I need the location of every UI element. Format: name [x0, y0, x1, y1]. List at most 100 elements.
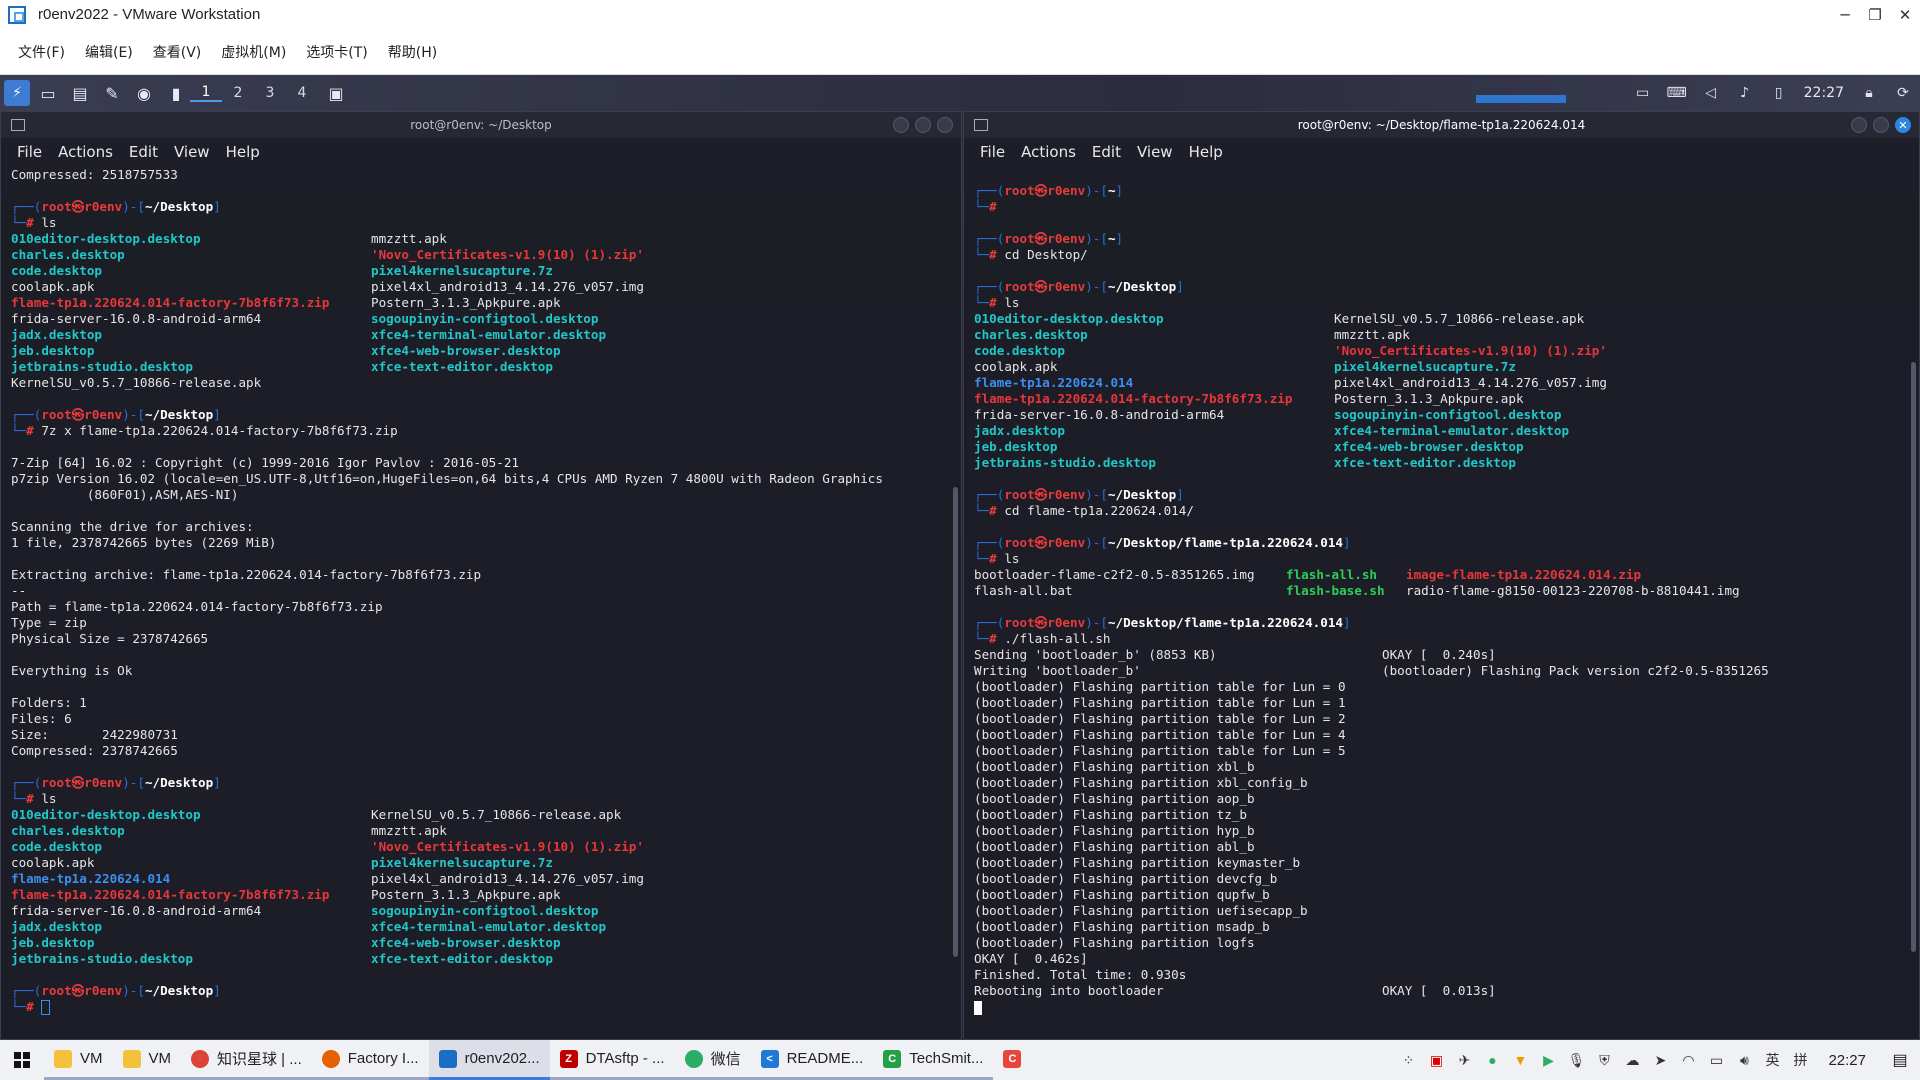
terminal-line: Files: 6 — [11, 711, 72, 726]
notification-bell-icon[interactable]: ♪ — [1728, 85, 1762, 101]
menu-file[interactable]: 文件(F) — [8, 42, 75, 62]
menu-file[interactable]: File — [972, 143, 1013, 161]
close-icon[interactable]: ✕ — [1895, 117, 1911, 133]
prompt-line: ┌──(root㉿r0env)-[~/Desktop] — [974, 279, 1184, 294]
flash-output-line: (bootloader) Flashing partition table fo… — [974, 743, 1346, 758]
menu-view[interactable]: 查看(V) — [143, 42, 212, 62]
taskbar-item-vmware[interactable]: r0env202... — [428, 1040, 550, 1080]
close-button[interactable]: ✕ — [1890, 0, 1920, 29]
play-icon[interactable]: ▶ — [1534, 1052, 1562, 1069]
taskbar-item-filezilla[interactable]: Z DTAsftp - ... — [549, 1040, 675, 1080]
maximize-icon[interactable] — [1873, 117, 1889, 133]
menu-vm[interactable]: 虚拟机(M) — [211, 42, 296, 62]
menu-edit[interactable]: Edit — [1084, 143, 1129, 161]
command-line: └─# ls — [974, 551, 1020, 566]
taskbar-item-firefox[interactable]: Factory I... — [311, 1040, 429, 1080]
terminal-line: Type = zip — [11, 615, 87, 630]
terminal-left[interactable]: root@r0env: ~/Desktop File Actions Edit … — [0, 111, 962, 1040]
display-icon[interactable]: ▭ — [1626, 85, 1660, 101]
menu-view[interactable]: View — [1129, 143, 1181, 161]
terminal-right-output[interactable]: ┌──(root㉿r0env)-[~] └─# ┌──(root㉿r0env)-[… — [964, 165, 1919, 1017]
menu-help[interactable]: Help — [1181, 143, 1231, 161]
menu-help[interactable]: Help — [218, 143, 268, 161]
terminal-line: Scanning the drive for archives: — [11, 519, 254, 534]
terminal-icon[interactable]: ▮ — [162, 79, 190, 107]
menu-view[interactable]: View — [166, 143, 218, 161]
menu-help[interactable]: 帮助(H) — [378, 42, 447, 62]
terminal-right[interactable]: root@r0env: ~/Desktop/flame-tp1a.220624.… — [963, 111, 1920, 1040]
flash-output-line: (bootloader) Flashing partition logfs — [974, 935, 1255, 950]
menu-actions[interactable]: Actions — [50, 143, 121, 161]
lock-icon[interactable]: 🔒︎ — [1852, 85, 1886, 101]
file-listing-row: flame-tp1a.220624.014 pixel4xl_android13_… — [974, 375, 1607, 390]
workspace-2[interactable]: 2 — [222, 85, 254, 101]
taskbar-item-vscode[interactable]: < README... — [750, 1040, 874, 1080]
terminal-left-menubar: File Actions Edit View Help — [1, 138, 961, 165]
apps-grid-icon[interactable]: ⁘ — [1394, 1052, 1422, 1069]
text-editor-icon[interactable]: ✎ — [98, 79, 126, 107]
volume-icon[interactable]: 🔊︎ — [1730, 1052, 1758, 1069]
scrollbar[interactable] — [1911, 362, 1916, 952]
maximize-icon[interactable] — [915, 117, 931, 133]
menu-tabs[interactable]: 选项卡(T) — [296, 42, 377, 62]
xfce-panel: ⚡ ▭ ▤ ✎ ◉ ▮ 1 2 3 4 ▣ ▭ ⌨ ◁ ♪ ▯ 22:27 🔒︎… — [0, 75, 1920, 111]
ime-mode[interactable]: 拼 — [1786, 1050, 1814, 1070]
keyboard-icon[interactable]: ⌨ — [1660, 85, 1694, 101]
file-listing-row: jetbrains-studio.desktop xfce-text-editor… — [11, 951, 553, 966]
taskbar-item-techsmith[interactable]: C TechSmit... — [873, 1040, 994, 1080]
show-desktop-icon[interactable]: ▭ — [34, 79, 62, 107]
menu-edit[interactable]: Edit — [121, 143, 166, 161]
minimize-button[interactable]: ─ — [1830, 0, 1860, 29]
prompt-line: ┌──(root㉿r0env)-[~] — [974, 231, 1124, 246]
terminal-left-output[interactable]: Compressed: 2518757533 ┌──(root㉿r0env)-[… — [1, 165, 961, 1017]
menu-actions[interactable]: Actions — [1013, 143, 1084, 161]
send-icon[interactable]: ➤ — [1646, 1052, 1674, 1069]
youdao-icon[interactable]: ▣ — [1422, 1052, 1450, 1069]
network-tool-icon[interactable]: ✈ — [1450, 1052, 1478, 1069]
workspace-1[interactable]: 1 — [190, 84, 222, 102]
terminal-line: Compressed: 2378742665 — [11, 743, 178, 758]
wifi-icon[interactable]: ◠ — [1674, 1052, 1702, 1069]
cloud-icon[interactable]: ☁ — [1618, 1052, 1646, 1069]
terminal-left-title: root@r0env: ~/Desktop — [410, 118, 552, 132]
file-listing-row: jeb.desktop xfce4-web-browser.desktop — [11, 935, 561, 950]
workspace-4[interactable]: 4 — [286, 85, 318, 101]
taskbar-item-wechat[interactable]: 微信 — [674, 1040, 751, 1080]
windows-logo-icon — [14, 1052, 30, 1068]
battery-icon[interactable]: ▭ — [1702, 1052, 1730, 1069]
minimize-icon[interactable] — [893, 117, 909, 133]
scrollbar[interactable] — [953, 487, 958, 957]
menu-edit[interactable]: 编辑(E) — [75, 42, 143, 62]
taskbar-clock[interactable]: 22:27 — [1814, 1052, 1880, 1069]
shield-tray-icon[interactable]: ▼ — [1506, 1052, 1534, 1068]
terminal-right-titlebar: root@r0env: ~/Desktop/flame-tp1a.220624.… — [964, 112, 1919, 138]
file-manager-icon[interactable]: ▤ — [66, 79, 94, 107]
taskbar-item-snagit[interactable]: C — [993, 1040, 1039, 1080]
firefox-icon[interactable]: ◉ — [130, 79, 158, 107]
terminal-left-titlebar: root@r0env: ~/Desktop — [1, 112, 961, 138]
panel-clock[interactable]: 22:27 — [1796, 85, 1852, 101]
workspace-3[interactable]: 3 — [254, 85, 286, 101]
terminal-task-icon[interactable]: ▣ — [322, 79, 350, 107]
wechat-tray-icon[interactable]: ● — [1478, 1052, 1506, 1068]
taskbar-item-chrome[interactable]: 知识星球 | ... — [181, 1040, 312, 1080]
battery-icon[interactable]: ▯ — [1762, 85, 1796, 101]
file-listing-row: 010editor-desktop.desktop mmzztt.apk — [11, 231, 447, 246]
mute-icon[interactable]: ◁ — [1694, 85, 1728, 101]
restore-button[interactable]: ❐ — [1860, 0, 1890, 29]
notification-center-icon[interactable]: ▤ — [1880, 1050, 1920, 1070]
taskbar-item-vm-1[interactable]: VM — [44, 1040, 113, 1080]
vscode-icon: < — [760, 1049, 779, 1068]
security-icon[interactable]: ⛨ — [1590, 1052, 1618, 1069]
close-icon[interactable] — [937, 117, 953, 133]
logout-icon[interactable]: ⟳ — [1886, 85, 1920, 101]
taskbar-item-vm-2[interactable]: VM — [112, 1040, 181, 1080]
minimize-icon[interactable] — [1851, 117, 1867, 133]
menu-file[interactable]: File — [9, 143, 50, 161]
microphone-icon[interactable]: 🎙︎ — [1562, 1052, 1590, 1069]
kali-menu-icon[interactable]: ⚡ — [4, 80, 30, 106]
ime-language[interactable]: 英 — [1758, 1050, 1786, 1070]
start-button[interactable] — [0, 1040, 44, 1080]
